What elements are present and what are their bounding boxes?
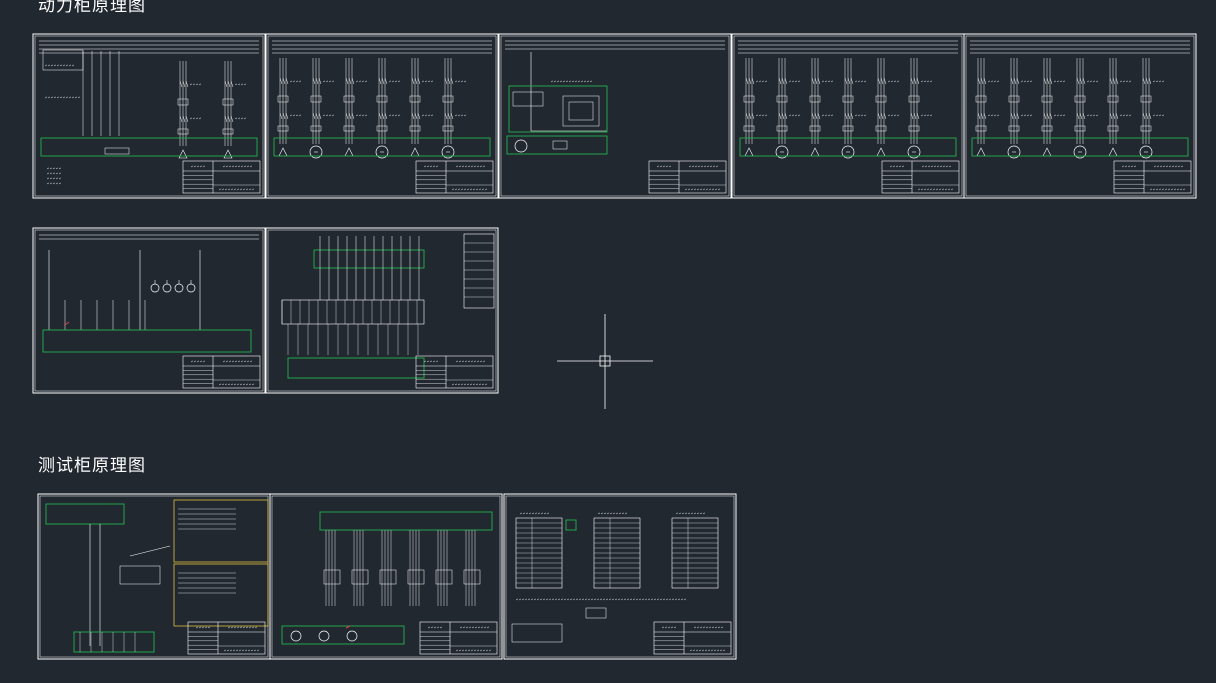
crosshair-cursor — [557, 314, 653, 409]
power-cabinet-sheet-6[interactable] — [32, 227, 266, 394]
power-cabinet-sheet-5[interactable] — [963, 33, 1197, 199]
test-cabinet-sheet-3[interactable] — [503, 493, 737, 660]
test-cabinet-sheet-1[interactable] — [37, 493, 271, 660]
power-cabinet-sheet-4[interactable] — [731, 33, 965, 199]
power-cabinet-sheet-3[interactable] — [498, 33, 732, 199]
power-cabinet-sheet-1[interactable] — [32, 33, 266, 199]
cad-drawing-canvas[interactable] — [0, 0, 1216, 683]
power-cabinet-sheet-2[interactable] — [265, 33, 499, 199]
test-cabinet-sheet-2[interactable] — [269, 493, 503, 660]
power-cabinet-sheet-7[interactable] — [265, 227, 499, 394]
